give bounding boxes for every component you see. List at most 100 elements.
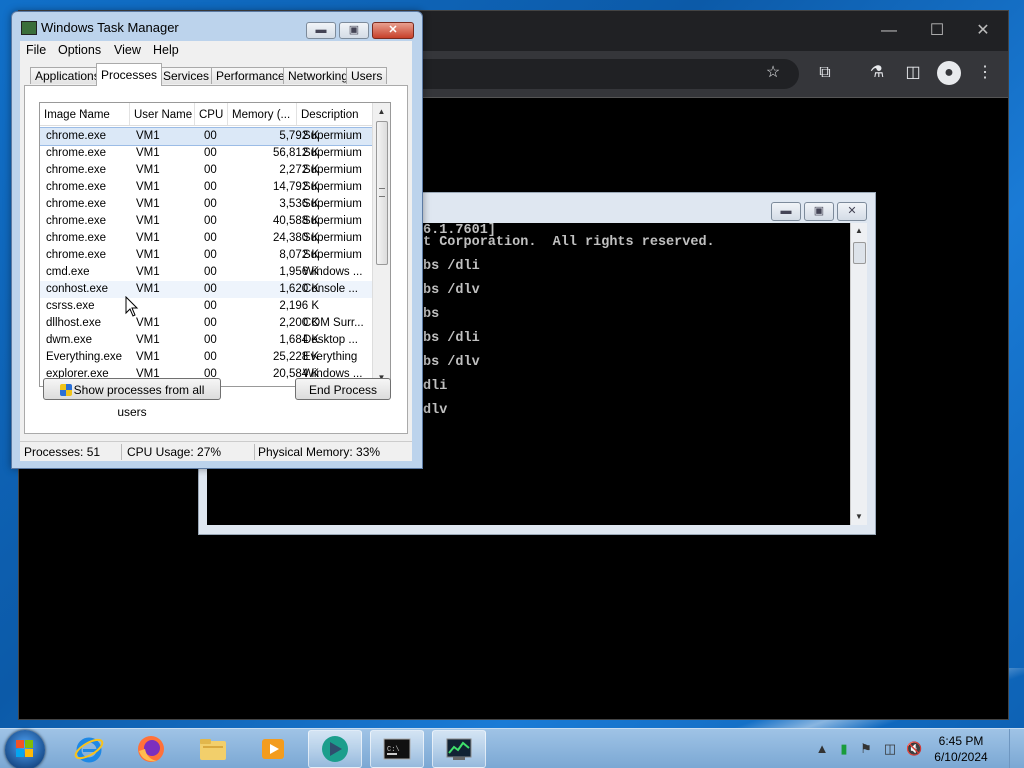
cmd-line: dlv — [423, 403, 448, 418]
status-processes: Processes: 51 — [20, 444, 122, 460]
column-cpu[interactable]: CPU — [195, 103, 228, 125]
tab-users[interactable]: Users — [346, 67, 388, 84]
taskbar-internet-explorer[interactable] — [62, 730, 116, 768]
process-cpu: 00 — [204, 334, 217, 346]
process-list-scroll-thumb[interactable] — [376, 121, 388, 265]
address-bar[interactable] — [399, 59, 799, 89]
tab-services[interactable]: Services — [158, 67, 215, 84]
process-description: Supermium — [303, 215, 362, 227]
clock-time: 6:45 PM — [938, 734, 984, 748]
cmd-scroll-thumb[interactable] — [853, 242, 866, 264]
bookmark-star-icon[interactable]: ☆ — [761, 61, 785, 85]
scroll-down-icon[interactable]: ▼ — [851, 509, 867, 525]
process-image-name: csrss.exe — [46, 300, 95, 312]
cmd-close-icon[interactable]: ✕ — [837, 202, 867, 221]
column-user-name[interactable]: User Name — [130, 103, 195, 125]
process-list[interactable]: ▲ Image Name User Name CPU Memory (... De… — [39, 102, 391, 387]
process-list-scrollbar[interactable]: ▲ ▼ — [372, 103, 390, 386]
table-row[interactable]: chrome.exe VM1 00 56,812 K Supermium — [40, 145, 372, 162]
process-description: Supermium — [303, 232, 362, 244]
taskbar-firefox[interactable] — [124, 730, 178, 768]
end-process-button[interactable]: End Process — [295, 378, 391, 400]
start-button[interactable] — [5, 730, 45, 768]
process-user-name: VM1 — [136, 334, 160, 346]
column-description[interactable]: Description — [297, 103, 372, 125]
action-center-flag-icon[interactable]: ⚑ — [858, 741, 874, 757]
tab-strip: Applications Processes Services Performa… — [20, 63, 412, 86]
menu-dots-icon[interactable]: ⋮ — [973, 61, 997, 85]
tab-performance[interactable]: Performance — [211, 67, 290, 84]
table-row[interactable]: conhost.exe VM1 00 1,620 K Console ... — [40, 281, 372, 298]
table-row[interactable]: chrome.exe VM1 00 8,072 K Supermium — [40, 247, 372, 264]
task-manager-tray-icon[interactable]: ▮ — [836, 741, 852, 757]
menu-help[interactable]: Help — [153, 43, 179, 57]
process-user-name: VM1 — [136, 181, 160, 193]
table-row[interactable]: chrome.exe VM1 00 24,380 K Supermium — [40, 230, 372, 247]
process-image-name: chrome.exe — [46, 232, 107, 244]
menu-bar: File Options View Help — [20, 41, 412, 61]
side-panel-icon[interactable]: ◫ — [901, 61, 925, 85]
process-image-name: conhost.exe — [46, 283, 109, 295]
task-manager-icon — [446, 738, 472, 760]
tab-processes[interactable]: Processes — [96, 63, 163, 86]
table-row[interactable]: Everything.exe VM1 00 25,228 K Everything — [40, 349, 372, 366]
process-description: Supermium — [303, 130, 362, 142]
maximize-icon[interactable]: ☐ — [919, 19, 955, 43]
process-description: Supermium — [303, 147, 362, 159]
tm-maximize-icon[interactable]: ▣ — [339, 22, 369, 39]
tm-window-buttons: ▬ ▣ ✕ — [303, 20, 414, 39]
taskbar-supermium[interactable] — [308, 730, 362, 768]
network-icon[interactable]: ◫ — [882, 741, 898, 757]
table-row[interactable]: dwm.exe VM1 00 1,684 K Desktop ... — [40, 332, 372, 349]
table-row[interactable]: chrome.exe VM1 00 5,792 K Supermium — [40, 127, 373, 146]
process-description: Windows ... — [303, 266, 363, 278]
process-cpu: 00 — [204, 351, 217, 363]
taskbar-task-manager[interactable] — [432, 730, 486, 768]
labs-flask-icon[interactable]: ⚗ — [865, 61, 889, 85]
taskbar: C:\ ▲ ▮ ⚑ ◫ 🔇 6:45 PM 6/10/2024 — [0, 728, 1024, 768]
table-row[interactable]: chrome.exe VM1 00 3,536 K Supermium — [40, 196, 372, 213]
tm-close-icon[interactable]: ✕ — [372, 22, 414, 39]
cmd-output: 6.1.7601] t Corporation. All rights reser… — [423, 224, 715, 418]
tm-minimize-icon[interactable]: ▬ — [306, 22, 336, 39]
table-row[interactable]: chrome.exe VM1 00 2,272 K Supermium — [40, 162, 372, 179]
taskbar-file-explorer[interactable] — [186, 730, 240, 768]
tab-applications[interactable]: Applications — [30, 67, 105, 84]
windows-logo-icon — [16, 740, 34, 758]
show-desktop-button[interactable] — [1009, 729, 1024, 768]
menu-file[interactable]: File — [26, 43, 46, 57]
process-rows: chrome.exe VM1 00 5,792 K Supermium chrome.ex… — [40, 127, 373, 383]
table-row[interactable]: csrss.exe 00 2,196 K — [40, 298, 372, 315]
tab-networking[interactable]: Networking — [283, 67, 354, 84]
process-description: Everything — [303, 351, 358, 363]
column-memory[interactable]: Memory (... — [228, 103, 297, 125]
table-row[interactable]: cmd.exe VM1 00 1,956 K Windows ... — [40, 264, 372, 281]
scroll-grip-icon — [379, 188, 385, 197]
table-row[interactable]: dllhost.exe VM1 00 2,200 K COM Surr... — [40, 315, 372, 332]
menu-options[interactable]: Options — [58, 43, 101, 57]
clock[interactable]: 6:45 PM 6/10/2024 — [926, 733, 996, 765]
table-row[interactable]: chrome.exe VM1 00 14,792 K Supermium — [40, 179, 372, 196]
volume-muted-icon[interactable]: 🔇 — [906, 741, 922, 757]
minimize-icon[interactable]: — — [871, 19, 907, 43]
show-all-processes-button[interactable]: Show processes from all users — [43, 378, 221, 419]
cmd-minimize-icon[interactable]: ▬ — [771, 202, 801, 221]
cmd-scrollbar[interactable]: ▲ ▼ — [850, 223, 867, 525]
show-hidden-icons-icon[interactable]: ▲ — [814, 741, 830, 757]
table-row[interactable]: chrome.exe VM1 00 40,588 K Supermium — [40, 213, 372, 230]
process-cpu: 00 — [204, 317, 217, 329]
process-user-name: VM1 — [136, 266, 160, 278]
menu-view[interactable]: View — [114, 43, 141, 57]
profile-avatar-icon[interactable]: ● — [937, 61, 961, 85]
close-icon[interactable]: ✕ — [965, 19, 1001, 43]
taskbar-command-prompt[interactable]: C:\ — [370, 730, 424, 768]
cmd-maximize-icon[interactable]: ▣ — [804, 202, 834, 221]
scroll-up-icon[interactable]: ▲ — [851, 223, 867, 239]
taskbar-media-player[interactable] — [246, 730, 300, 768]
process-cpu: 00 — [204, 147, 217, 159]
media-player-icon — [262, 739, 284, 759]
extensions-icon[interactable]: ⧉ — [813, 61, 837, 85]
cmd-line: bs /dli — [423, 259, 480, 274]
column-image-name[interactable]: ▲ Image Name — [40, 103, 130, 125]
scroll-up-icon[interactable]: ▲ — [373, 103, 390, 120]
